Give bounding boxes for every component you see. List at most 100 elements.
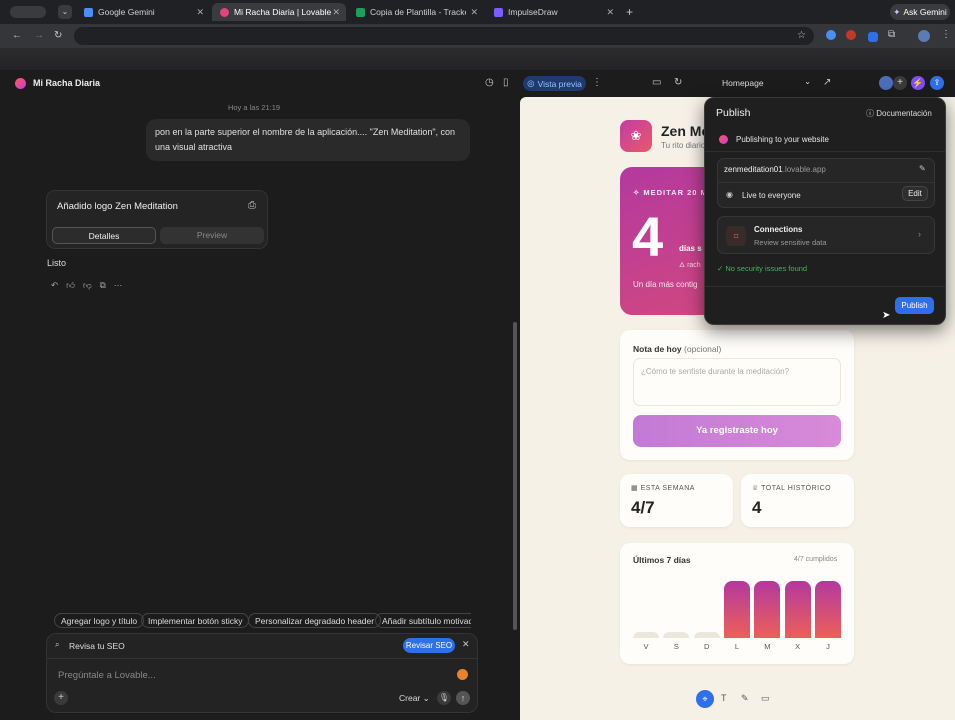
security-status: ✓ No security issues found — [717, 264, 808, 273]
suggestion-chip[interactable]: Añadir subtítulo motivado — [375, 613, 471, 628]
chart-bar-x — [784, 581, 811, 638]
pencil-icon[interactable]: ✎ — [741, 693, 749, 704]
connections-box[interactable]: ⌗ Connections Review sensitive data › — [717, 216, 935, 254]
divider — [47, 658, 477, 659]
avatar[interactable] — [879, 76, 893, 90]
sidebar-toggle-icon[interactable] — [10, 6, 46, 18]
chart-plot-area — [633, 581, 841, 638]
composer: ⌕ Revisa tu SEO Revisar SEO ✕ Pregúntale… — [46, 633, 478, 713]
tab-google-gemini[interactable]: Google Gemini ✕ — [76, 3, 210, 21]
reload-icon[interactable]: ↻ — [54, 30, 62, 41]
bookmark-icon[interactable]: ⎙ — [248, 200, 256, 211]
copy-icon[interactable]: ⧉ — [100, 280, 106, 291]
chat-scrollbar[interactable] — [513, 322, 517, 630]
invite-plus-icon[interactable]: + — [893, 76, 907, 90]
lightning-icon[interactable]: ⚡ — [911, 76, 925, 90]
composer-input[interactable]: Pregúntale a Lovable... — [58, 670, 156, 681]
thumbs-down-icon[interactable]: 👎︎ — [83, 280, 92, 291]
suggestion-chip[interactable]: Personalizar degradado header — [248, 613, 382, 628]
chart-tick-label: D — [703, 642, 710, 651]
close-tab-icon[interactable]: ✕ — [606, 7, 614, 18]
domain-text[interactable]: zenmeditation01.lovable.app — [724, 165, 826, 174]
details-tab[interactable]: Detalles — [52, 227, 156, 244]
text-tool-icon[interactable]: T — [721, 693, 727, 703]
revisar-seo-button[interactable]: Revisar SEO — [403, 638, 455, 653]
publish-title: Publish — [716, 107, 751, 119]
profile-avatar[interactable] — [918, 30, 930, 42]
bookmarks-bar — [0, 48, 955, 70]
chart-bar-s — [663, 632, 690, 638]
app-title: Zen Me — [661, 123, 710, 139]
chart-bar-l — [724, 581, 750, 638]
chat-panel: Hoy a las 21:19 pon en la parte superior… — [0, 97, 520, 720]
total-label: ♕ TOTAL HISTÓRICO — [752, 485, 832, 492]
back-icon[interactable]: ← — [12, 30, 22, 41]
extensions-puzzle-icon[interactable]: ⧉ — [888, 29, 895, 40]
mouse-cursor-icon: ➤ — [882, 310, 891, 321]
extension-icon[interactable] — [868, 32, 878, 42]
send-icon[interactable]: ↑ — [456, 691, 470, 705]
more-icon[interactable]: ⋯ — [114, 280, 123, 291]
edit-pencil-icon[interactable]: ✎ — [919, 164, 926, 173]
suggestion-chip[interactable]: Agregar logo y título — [54, 613, 145, 628]
publish-subtitle: Publishing to your website — [736, 135, 829, 144]
tab-search-icon[interactable]: ⌄ — [58, 5, 72, 19]
visibility-label: Live to everyone — [742, 191, 801, 200]
address-bar-input[interactable] — [74, 27, 814, 45]
tab-lovable[interactable]: Mi Racha Diaria | Lovable ✕ — [212, 3, 346, 21]
flame-icon: 🜂 — [679, 262, 688, 269]
close-tab-icon[interactable]: ✕ — [196, 7, 204, 18]
new-tab-icon[interactable]: + — [626, 5, 633, 19]
close-tab-icon[interactable]: ✕ — [332, 7, 340, 18]
history-icon[interactable]: ◷ — [485, 77, 494, 88]
docs-link[interactable]: ⓘ Documentación — [866, 108, 932, 119]
tab-impulsedraw[interactable]: ImpulseDraw ✕ — [486, 3, 620, 21]
publish-button[interactable]: Publish — [895, 297, 934, 314]
chart-tick-label: J — [826, 642, 830, 651]
comment-icon[interactable]: ▭ — [761, 693, 770, 704]
cursor-select-icon[interactable]: ⌖ — [696, 690, 714, 708]
publish-icon[interactable]: ⇪ — [930, 76, 944, 90]
seo-label: Revisa tu SEO — [69, 641, 125, 651]
tab-sheets[interactable]: Copia de Plantilla - Tracker de ✕ — [348, 3, 484, 21]
preview-tab[interactable]: Preview — [160, 227, 264, 244]
chevron-down-icon[interactable]: ⌄ — [94, 77, 101, 86]
suggestion-chip[interactable]: Implementar botón sticky — [141, 613, 250, 628]
add-icon[interactable]: + — [54, 691, 68, 705]
more-icon[interactable]: ⋮ — [592, 77, 602, 88]
scan-icon: ⌗ — [726, 226, 746, 246]
note-textarea[interactable]: ¿Cómo te sentiste durante la meditación? — [633, 358, 841, 406]
calendar-icon: ▦ — [631, 485, 641, 492]
streak-number: 4 — [632, 205, 664, 268]
sparkle-icon: ✦ — [893, 6, 901, 17]
card-title: Añadido logo Zen Meditation — [57, 201, 178, 212]
microphone-icon[interactable]: 🎙︎ — [437, 691, 451, 705]
change-card[interactable]: Añadido logo Zen Meditation ⎙ Detalles P… — [46, 190, 268, 249]
device-icon[interactable]: ▭ — [652, 77, 661, 88]
chart-tick-label: S — [673, 642, 679, 651]
bookmark-star-icon[interactable]: ☆ — [797, 30, 806, 41]
edit-visibility-button[interactable]: Edit — [902, 186, 928, 201]
sparkle-icon: ✧ — [633, 188, 644, 197]
undo-icon[interactable]: ↶ — [51, 280, 58, 291]
trophy-icon: ♕ — [752, 485, 762, 492]
refresh-icon[interactable]: ↻ — [674, 77, 682, 88]
lovable-logo-icon — [15, 78, 26, 89]
panel-toggle-icon[interactable]: ▯ — [503, 77, 509, 88]
menu-icon[interactable]: ⋮ — [941, 29, 951, 40]
extension-icon[interactable] — [846, 30, 856, 40]
project-name[interactable]: Mi Racha Diaria — [33, 78, 100, 88]
register-button[interactable]: Ya registraste hoy — [633, 415, 841, 447]
open-external-icon[interactable]: ↗ — [823, 77, 831, 88]
forward-icon[interactable]: → — [34, 30, 44, 41]
thumbs-up-icon[interactable]: 👍︎ — [66, 280, 75, 291]
close-tab-icon[interactable]: ✕ — [470, 7, 478, 18]
ask-gemini-button[interactable]: ✦ Ask Gemini — [890, 4, 950, 20]
page-select[interactable]: Homepage ⌄ — [690, 76, 815, 91]
crear-dropdown[interactable]: Crear ⌄ — [399, 693, 430, 704]
close-icon[interactable]: ✕ — [462, 639, 470, 650]
chart-x-axis: VSDLMXJ — [633, 642, 841, 652]
vista-previa-button[interactable]: ◎ Vista previa — [523, 76, 586, 91]
total-stat-card: ♕ TOTAL HISTÓRICO 4 — [741, 474, 854, 527]
extension-icon[interactable] — [826, 30, 836, 40]
